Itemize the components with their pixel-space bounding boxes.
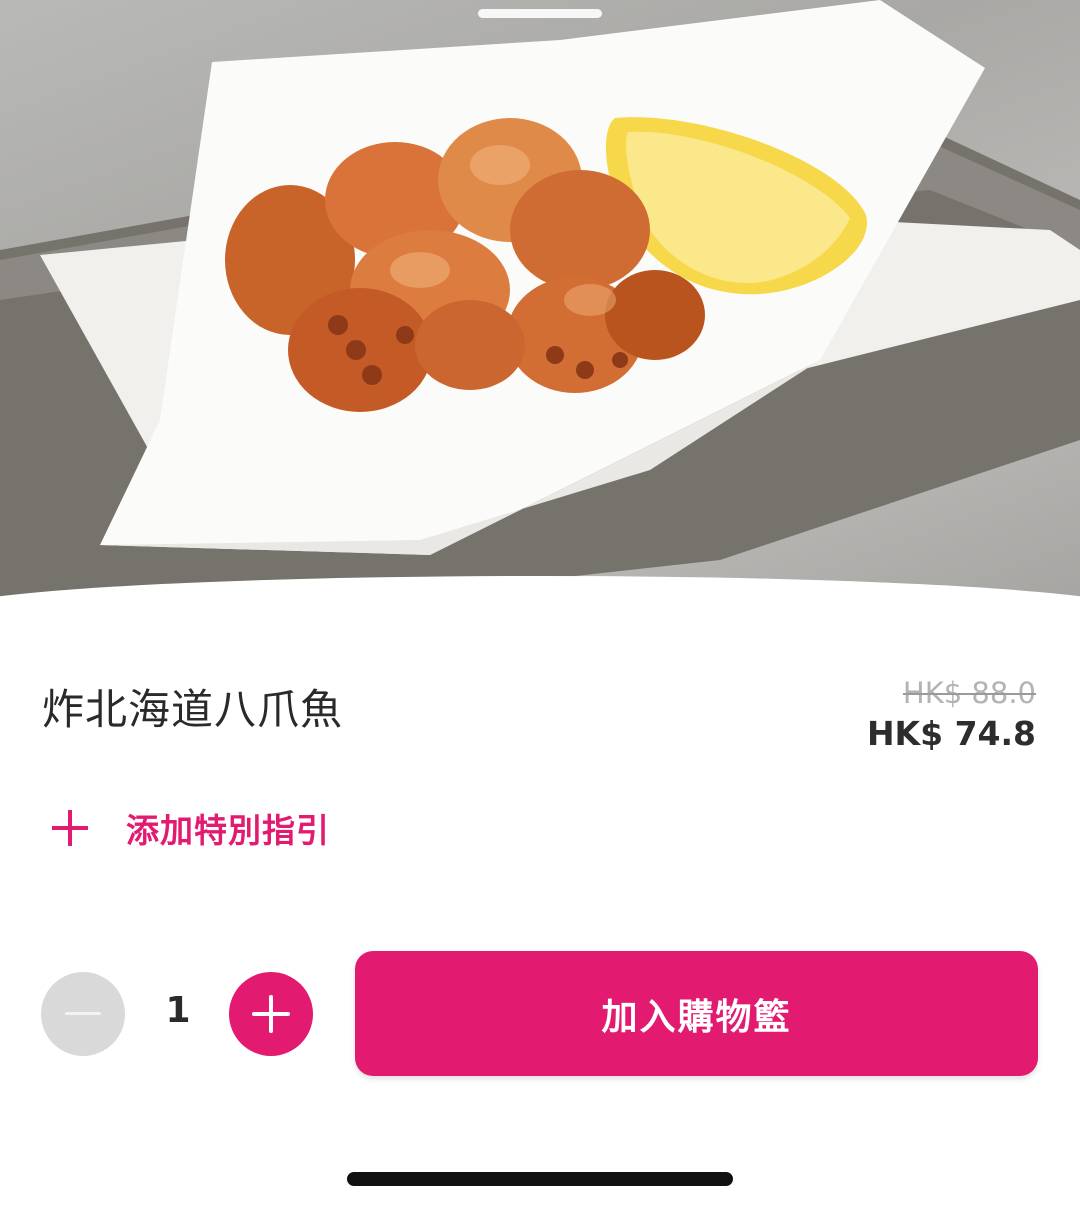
product-image <box>0 0 1080 612</box>
product-title: 炸北海道八爪魚 <box>42 685 344 734</box>
quantity-decrement-button[interactable] <box>41 972 125 1056</box>
add-to-cart-button[interactable]: 加入購物籃 <box>355 951 1038 1076</box>
food-photo-illustration <box>0 0 1080 612</box>
add-special-instructions-button[interactable]: 添加特別指引 <box>52 800 330 856</box>
minus-icon <box>65 1012 101 1015</box>
product-detail-sheet: 炸北海道八爪魚 HK$ 88.0 HK$ 74.8 添加特別指引 1 加入購物籃 <box>0 0 1080 1207</box>
sheet-drag-handle[interactable] <box>478 9 602 18</box>
quantity-value: 1 <box>165 990 191 1031</box>
plus-icon <box>52 810 88 846</box>
quantity-increment-button[interactable] <box>229 972 313 1056</box>
special-instructions-label: 添加特別指引 <box>126 811 330 850</box>
home-indicator <box>347 1172 733 1186</box>
discounted-price: HK$ 74.8 <box>866 714 1036 753</box>
original-price: HK$ 88.0 <box>902 676 1036 710</box>
add-to-cart-label: 加入購物籃 <box>601 996 792 1038</box>
